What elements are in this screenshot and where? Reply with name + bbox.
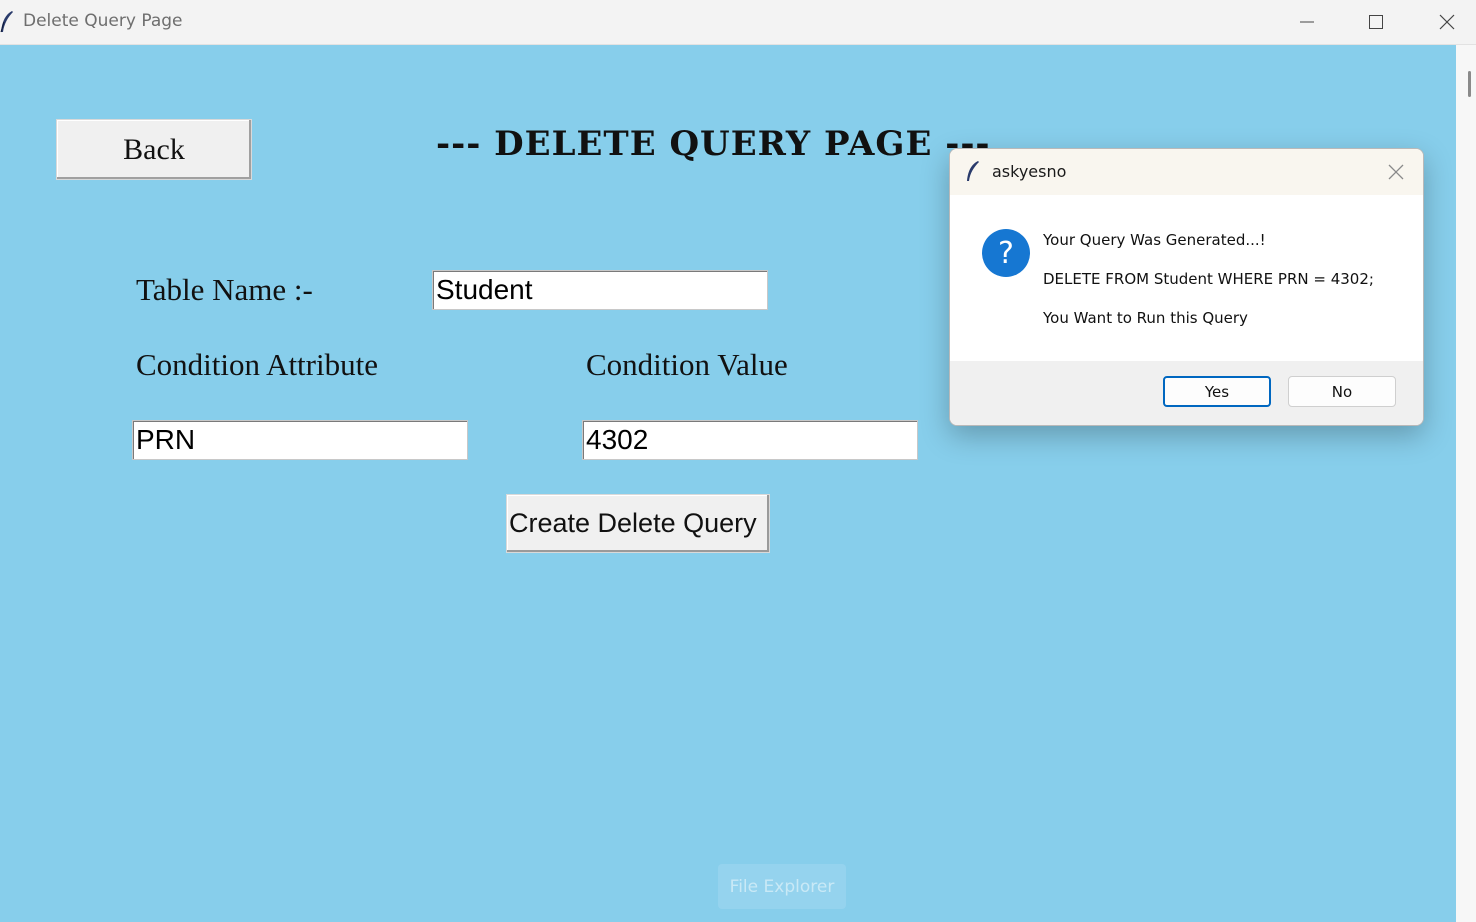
- back-button[interactable]: Back: [56, 119, 252, 180]
- dialog-titlebar: askyesno: [950, 149, 1423, 195]
- askyesno-dialog: askyesno ? Your Query Was Generated...! …: [949, 148, 1424, 426]
- dialog-title: askyesno: [992, 162, 1067, 181]
- table-name-label: Table Name :-: [136, 272, 313, 307]
- close-button[interactable]: [1413, 0, 1476, 44]
- close-icon: [1439, 14, 1455, 30]
- no-button[interactable]: No: [1288, 376, 1396, 407]
- scrollbar[interactable]: [1456, 45, 1476, 922]
- condition-value-label: Condition Value: [586, 347, 788, 382]
- dialog-message-line3: You Want to Run this Query: [1043, 309, 1248, 327]
- file-explorer-tooltip: File Explorer: [718, 864, 846, 909]
- minimize-button[interactable]: [1273, 0, 1341, 44]
- window-titlebar: Delete Query Page: [0, 0, 1476, 45]
- condition-attribute-label: Condition Attribute: [136, 347, 378, 382]
- scrollbar-thumb[interactable]: [1468, 71, 1471, 97]
- condition-attribute-input[interactable]: PRN: [132, 420, 468, 460]
- minimize-icon: [1300, 21, 1314, 23]
- question-icon: ?: [982, 229, 1030, 277]
- table-name-input[interactable]: Student: [432, 270, 768, 310]
- window-title: Delete Query Page: [23, 11, 183, 31]
- yes-button[interactable]: Yes: [1163, 376, 1271, 407]
- feather-icon: [0, 11, 13, 33]
- dialog-message-line2: DELETE FROM Student WHERE PRN = 4302;: [1043, 270, 1374, 288]
- maximize-icon: [1369, 15, 1383, 29]
- feather-icon: [967, 161, 979, 181]
- page-title: --- DELETE QUERY PAGE ---: [436, 124, 991, 164]
- maximize-button[interactable]: [1342, 0, 1410, 44]
- dialog-message-line1: Your Query Was Generated...!: [1043, 231, 1266, 249]
- condition-value-input[interactable]: 4302: [582, 420, 918, 460]
- dialog-close-icon[interactable]: [1386, 162, 1406, 182]
- create-delete-query-button[interactable]: Create Delete Query: [506, 494, 770, 553]
